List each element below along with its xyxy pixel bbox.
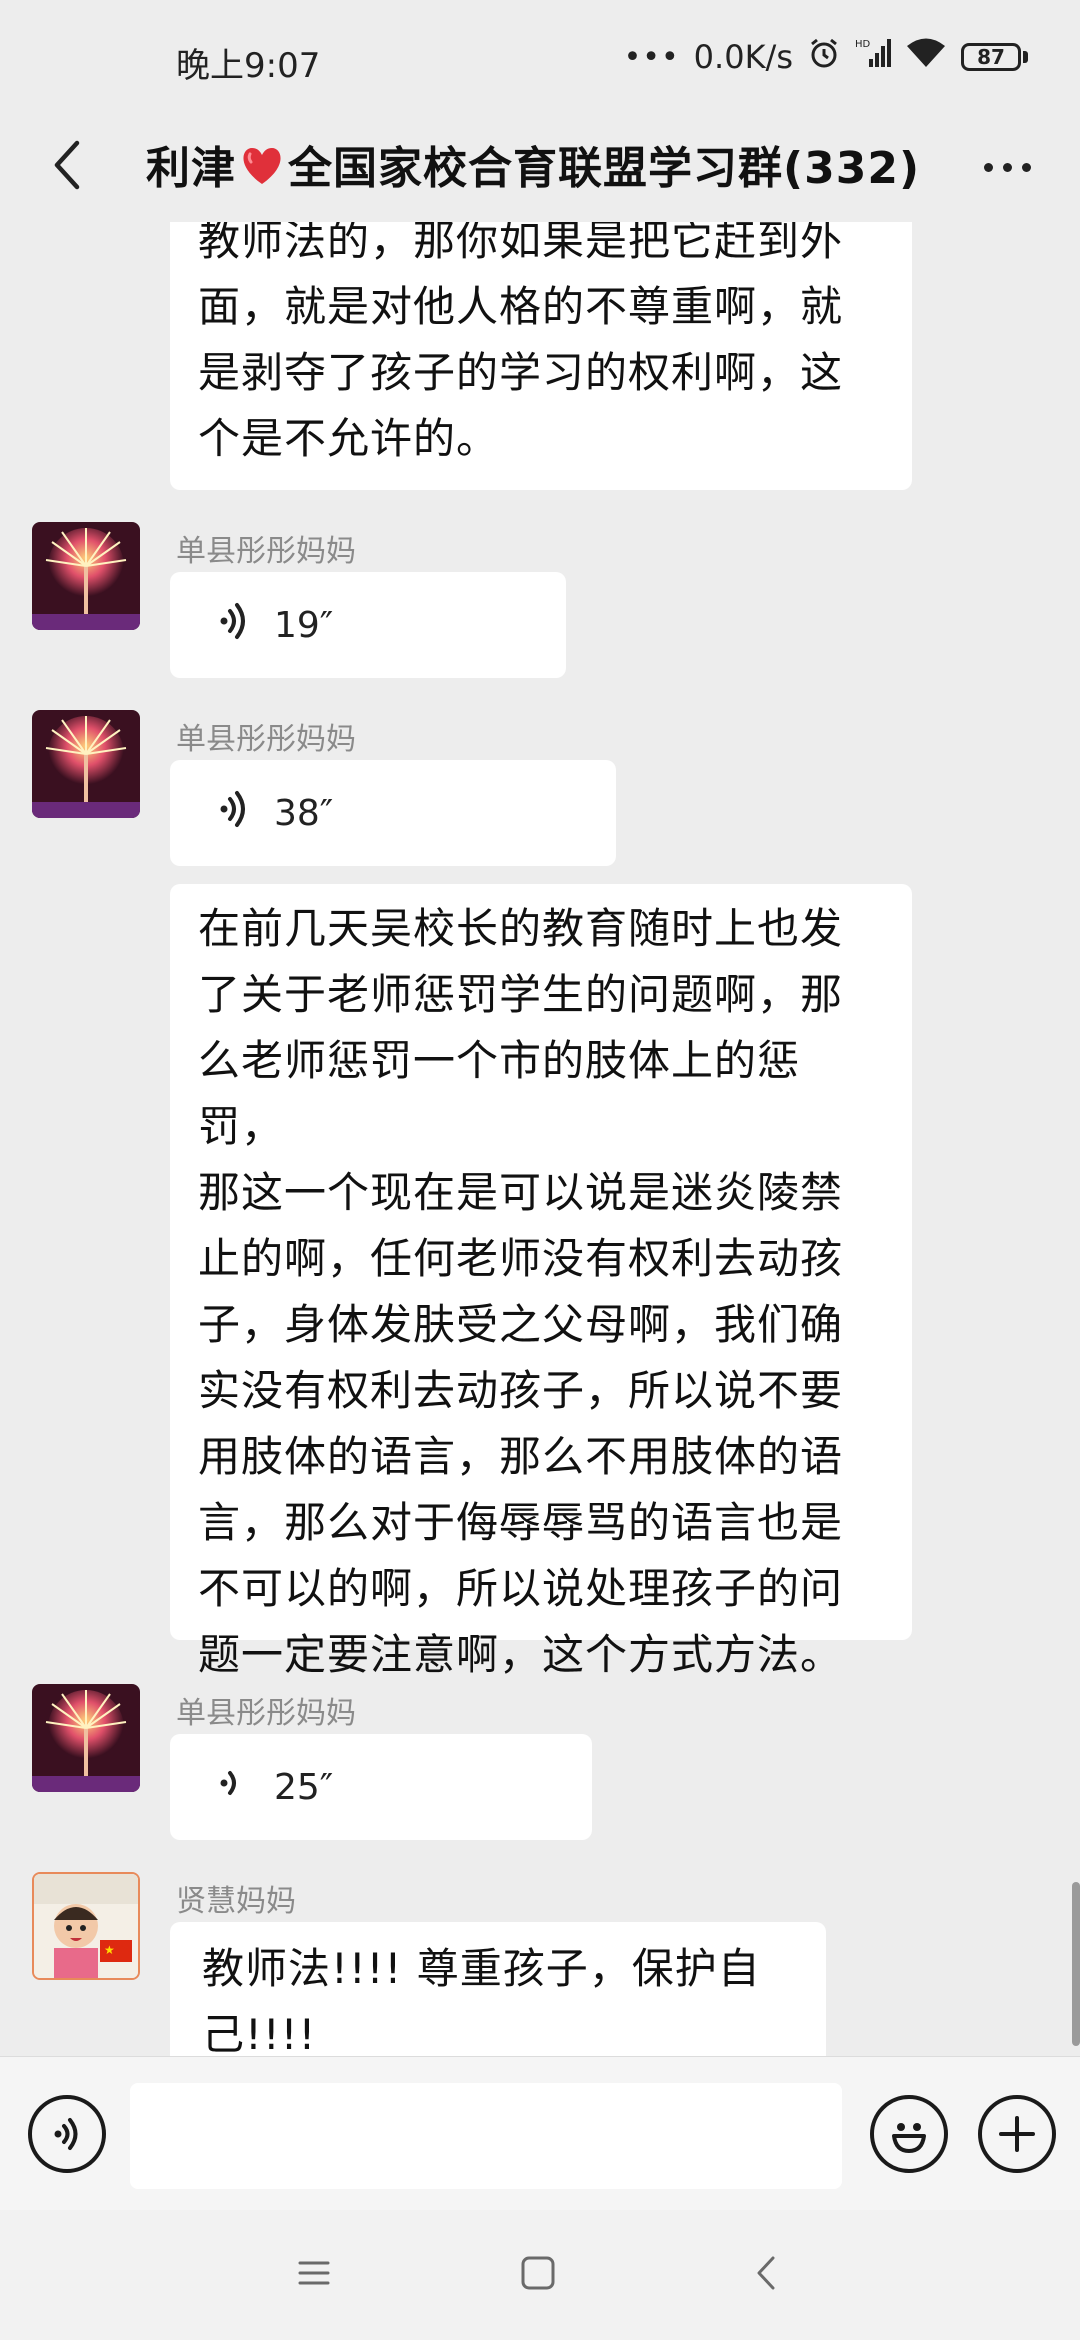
voice-message-bubble[interactable]: 38″	[170, 760, 616, 866]
voice-wave-icon	[218, 1763, 248, 1812]
menu-icon	[298, 2261, 330, 2285]
status-bar: 晚上9:07 ••• 0.0K/s HD 87	[0, 0, 1080, 120]
emoji-button[interactable]	[870, 2095, 948, 2173]
message-line: 面，就是对他人格的不尊重啊，就	[198, 282, 844, 331]
message-line: 在前几天吴校长的教育随时上也发	[198, 904, 844, 953]
nav-home-button[interactable]	[510, 2248, 566, 2298]
input-bar	[0, 2056, 1080, 2211]
more-button[interactable]	[972, 142, 1042, 192]
heart-icon	[240, 146, 284, 196]
text-message-bubble[interactable]: 教师法!!!! 尊重孩子，保护自 己!!!!	[170, 1922, 826, 2056]
voice-input-button[interactable]	[28, 2095, 106, 2173]
sender-name: 单县彤彤妈妈	[176, 722, 356, 757]
alarm-icon	[807, 36, 841, 78]
voice-duration: 38″	[274, 792, 334, 834]
text-message-bubble[interactable]: 在前几天吴校长的教育随时上也发 了关于老师惩罚学生的问题啊，那 么老师惩罚一个市…	[170, 884, 912, 1679]
chat-title-prefix: 利津	[146, 143, 236, 194]
chat-title: 利津 全国家校合育联盟学习群(332)	[146, 132, 920, 196]
message-line: 教师法的，那你如果是把它赶到外	[198, 222, 844, 265]
voice-message-bubble[interactable]: 19″	[170, 572, 566, 678]
scrollbar[interactable]	[1072, 1882, 1080, 2046]
back-button[interactable]	[32, 130, 102, 200]
voice-wave-icon	[218, 789, 248, 838]
message-line: 个是不允许的。	[198, 414, 500, 463]
voice-duration: 25″	[274, 1766, 334, 1808]
avatar[interactable]: ★	[32, 1872, 140, 1980]
message-list[interactable]: 教师法的，那你如果是把它赶到外 面，就是对他人格的不尊重啊，就 是剥夺了孩子的学…	[0, 222, 1080, 2056]
chat-title-suffix: 全国家校合育联盟学习群(332)	[288, 143, 921, 194]
back-icon	[757, 2256, 775, 2290]
message-line: 教师法!!!! 尊重孩子，保护自	[202, 1944, 761, 1993]
message-line: 实没有权利去动孩子，所以说不要	[198, 1366, 844, 1415]
message-line: 己!!!!	[202, 2010, 317, 2056]
avatar[interactable]	[32, 710, 140, 818]
nav-back-button[interactable]	[738, 2248, 794, 2298]
message-line: 言，那么对于侮辱辱骂的语言也是	[198, 1498, 844, 1547]
emoji-icon	[892, 2123, 926, 2153]
text-message-bubble[interactable]: 教师法的，那你如果是把它赶到外 面，就是对他人格的不尊重啊，就 是剥夺了孩子的学…	[170, 222, 912, 490]
voice-message-bubble[interactable]: 25″	[170, 1734, 592, 1840]
message-line: 是剥夺了孩子的学习的权利啊，这	[198, 348, 844, 397]
voice-duration: 19″	[274, 604, 334, 646]
plus-button[interactable]	[978, 2095, 1056, 2173]
message-line: 止的啊，任何老师没有权利去动孩	[198, 1234, 844, 1283]
message-line: 了关于老师惩罚学生的问题啊，那	[198, 970, 844, 1019]
chat-header: 利津 全国家校合育联盟学习群(332)	[0, 112, 1080, 222]
message-input[interactable]	[130, 2083, 842, 2189]
nav-menu-button[interactable]	[286, 2248, 342, 2298]
status-indicators: ••• 0.0K/s HD 87	[624, 36, 1028, 78]
avatar[interactable]	[32, 1684, 140, 1792]
message-line: 题一定要注意啊，这个方式方法。	[198, 1630, 844, 1679]
voice-wave-icon	[218, 601, 248, 650]
sender-name: 单县彤彤妈妈	[176, 1696, 356, 1731]
chevron-left-icon	[54, 140, 80, 190]
signal-icon: HD	[855, 37, 891, 77]
svg-text:HD: HD	[855, 39, 871, 50]
battery-level: 87	[961, 43, 1021, 71]
message-line: 那这一个现在是可以说是迷炎陵禁	[198, 1168, 844, 1217]
message-line: 子，身体发肤受之父母啊，我们确	[198, 1300, 844, 1349]
more-dots-icon	[983, 162, 993, 172]
system-nav-bar	[0, 2210, 1080, 2340]
sender-name: 贤慧妈妈	[176, 1884, 296, 1919]
status-time: 晚上9:07	[176, 46, 321, 86]
sender-name: 单县彤彤妈妈	[176, 534, 356, 569]
wifi-icon	[905, 37, 947, 77]
avatar[interactable]	[32, 522, 140, 630]
net-speed: 0.0K/s	[693, 38, 793, 76]
svg-text:★: ★	[104, 1943, 115, 1957]
message-line: 不可以的啊，所以说处理孩子的问	[198, 1564, 844, 1613]
home-icon	[521, 2256, 555, 2290]
message-line: 用肢体的语言，那么不用肢体的语	[198, 1432, 844, 1481]
more-notifications-icon: •••	[623, 39, 680, 75]
message-line: 么老师惩罚一个市的肢体上的惩罚，	[198, 1036, 801, 1151]
plus-icon	[999, 2116, 1035, 2152]
voice-input-icon	[54, 2118, 78, 2150]
battery-icon: 87	[961, 43, 1028, 71]
